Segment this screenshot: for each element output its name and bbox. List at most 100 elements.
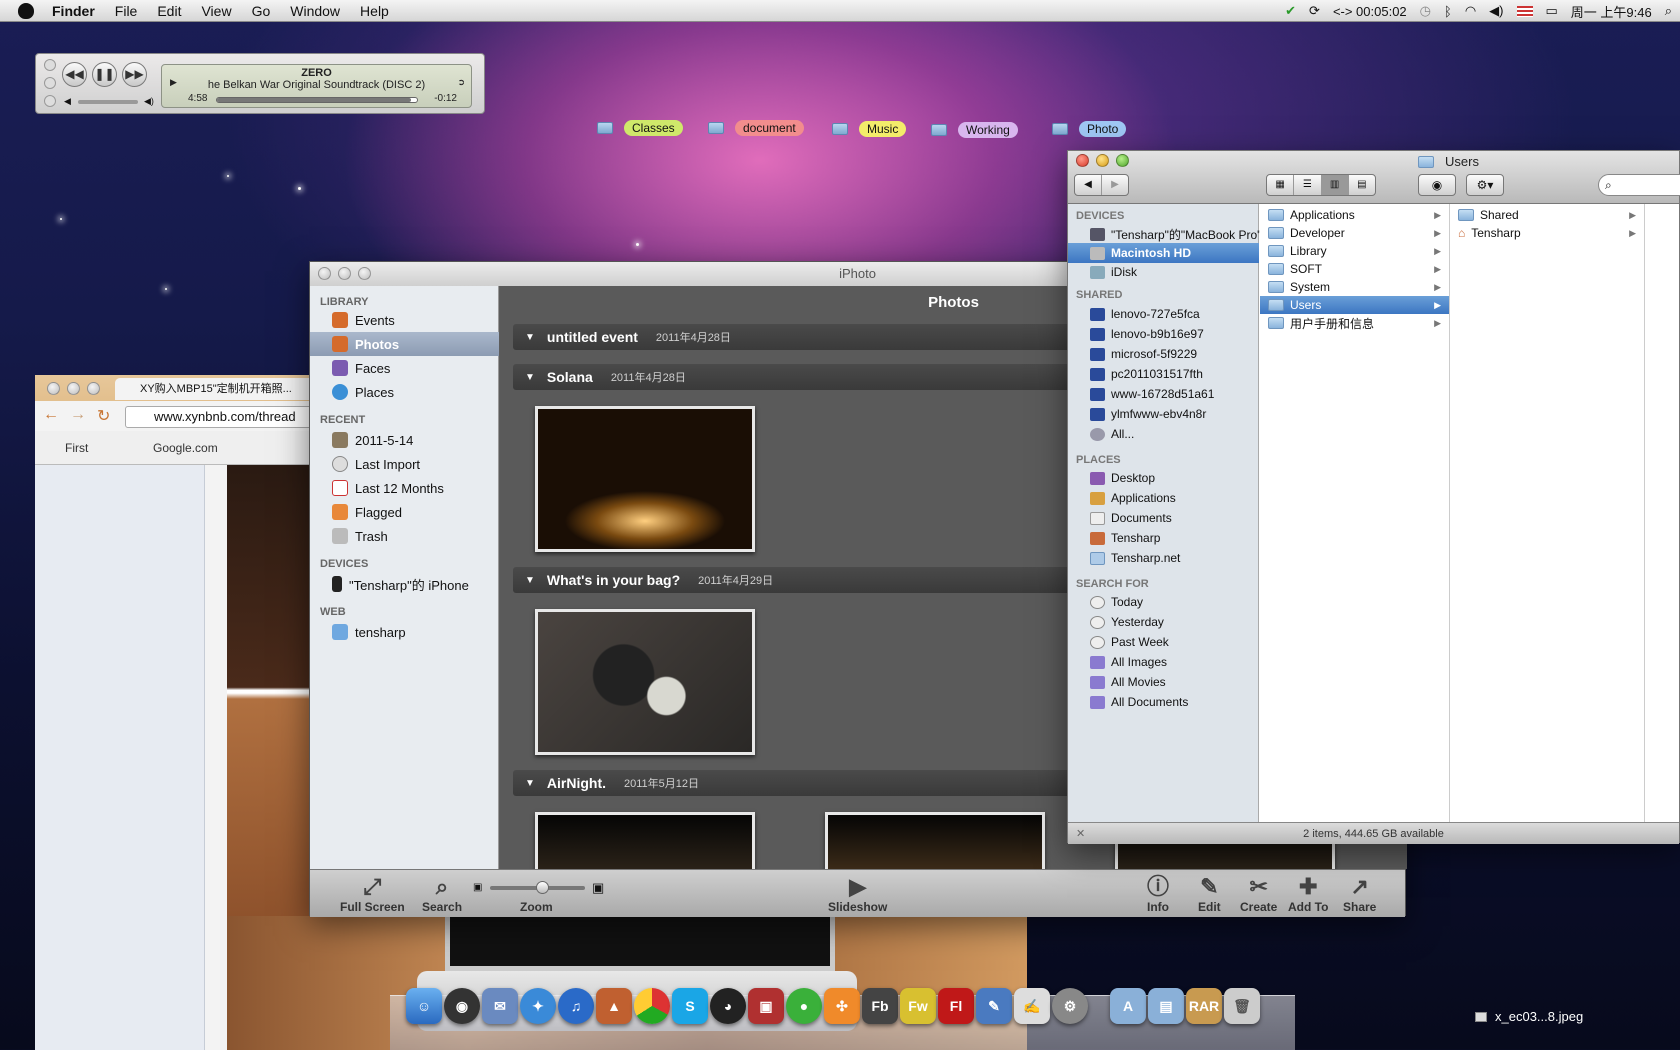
close-button[interactable] bbox=[318, 267, 331, 280]
column-item-tensharp[interactable]: ⌂ Tensharp ▶ bbox=[1450, 224, 1644, 242]
zoom-button[interactable] bbox=[87, 382, 100, 395]
add-to-button[interactable]: ✚ Add To bbox=[1288, 874, 1328, 914]
apple-menu-icon[interactable] bbox=[18, 2, 34, 19]
app-dock-icon[interactable]: ● bbox=[786, 988, 822, 1024]
sidebar-search-today[interactable]: Today bbox=[1068, 592, 1259, 612]
zoom-button[interactable] bbox=[1116, 154, 1129, 167]
system-preferences-dock-icon[interactable]: ⚙ bbox=[1052, 988, 1088, 1024]
iphoto-dock-icon[interactable]: ▲ bbox=[596, 988, 632, 1024]
source-faces[interactable]: Faces bbox=[310, 356, 499, 380]
sidebar-shared-item[interactable]: lenovo-727e5fca bbox=[1068, 304, 1259, 324]
menu-edit[interactable]: Edit bbox=[147, 0, 191, 22]
disclosure-triangle-icon[interactable]: ▼ bbox=[525, 372, 535, 383]
status-check-icon[interactable]: ✔ bbox=[1285, 3, 1296, 19]
edit-button[interactable]: ✎ Edit bbox=[1198, 874, 1221, 914]
column-item-shared[interactable]: Shared ▶ bbox=[1450, 206, 1644, 224]
toggle-path-icon[interactable]: ✕ bbox=[1076, 823, 1085, 845]
sidebar-device-macintosh-hd[interactable]: Macintosh HD bbox=[1068, 243, 1259, 263]
coverflow-view-icon[interactable]: ▤ bbox=[1349, 175, 1375, 195]
source-photos[interactable]: Photos bbox=[310, 332, 499, 356]
sidebar-place-tensharp-net[interactable]: Tensharp.net bbox=[1068, 548, 1259, 568]
column-item-users[interactable]: Users ▶ bbox=[1260, 296, 1449, 314]
close-button[interactable] bbox=[1076, 154, 1089, 167]
volume-icon[interactable]: ◀) bbox=[1489, 3, 1503, 19]
next-track-button[interactable]: ▶▶ bbox=[122, 62, 147, 87]
sidebar-shared-item[interactable]: lenovo-b9b16e97 bbox=[1068, 324, 1259, 344]
search-button[interactable]: ⌕ Search bbox=[422, 874, 462, 914]
sidebar-search-past-week[interactable]: Past Week bbox=[1068, 632, 1259, 652]
sync-icon[interactable]: ⟳ bbox=[1309, 3, 1320, 19]
share-button[interactable]: ↗ Share bbox=[1343, 874, 1376, 914]
sidebar-place-documents[interactable]: Documents bbox=[1068, 508, 1259, 528]
volume-slider[interactable] bbox=[78, 100, 138, 104]
forward-icon[interactable]: → bbox=[70, 406, 86, 424]
trash-dock-icon[interactable]: 🗑 bbox=[1224, 988, 1260, 1024]
list-view-icon[interactable]: ☰ bbox=[1294, 175, 1322, 195]
menu-go[interactable]: Go bbox=[242, 0, 281, 22]
clock-text[interactable]: 周一 上午9:46 bbox=[1571, 2, 1652, 21]
time-machine-icon[interactable]: ◷ bbox=[1420, 3, 1431, 19]
disclosure-triangle-icon[interactable]: ▼ bbox=[525, 332, 535, 343]
quick-look-eye-icon[interactable]: ◉ bbox=[1418, 174, 1456, 196]
app-dock-icon[interactable]: ▣ bbox=[748, 988, 784, 1024]
source-trash[interactable]: Trash bbox=[310, 524, 499, 548]
documents-stack-icon[interactable]: ▤ bbox=[1148, 988, 1184, 1024]
app-dock-icon[interactable]: ✣ bbox=[824, 988, 860, 1024]
menu-file[interactable]: File bbox=[105, 0, 148, 22]
minimize-button[interactable] bbox=[44, 77, 56, 89]
sidebar-search-all-documents[interactable]: All Documents bbox=[1068, 692, 1259, 712]
itunes-dock-icon[interactable]: ♫ bbox=[558, 988, 594, 1024]
desktop-folder-music[interactable]: Music bbox=[832, 121, 907, 137]
play-small-icon[interactable]: ▶ bbox=[170, 77, 177, 88]
column-item-soft[interactable]: SOFT ▶ bbox=[1260, 260, 1449, 278]
source-last-12-months[interactable]: Last 12 Months bbox=[310, 476, 499, 500]
timer-text[interactable]: <-> 00:05:02 bbox=[1333, 4, 1407, 19]
column-item-user-manual[interactable]: 用户手册和信息 ▶ bbox=[1260, 314, 1449, 332]
source-flagged[interactable]: Flagged bbox=[310, 500, 499, 524]
zoom-button[interactable] bbox=[358, 267, 371, 280]
applications-stack-icon[interactable]: A bbox=[1110, 988, 1146, 1024]
photo-thumbnail[interactable] bbox=[535, 812, 755, 869]
column-view-icon[interactable]: ▥ bbox=[1321, 175, 1349, 195]
desktop-folder-classes[interactable]: Classes bbox=[597, 120, 683, 136]
sidebar-search-all-images[interactable]: All Images bbox=[1068, 652, 1259, 672]
qq-dock-icon[interactable]: ◕ bbox=[710, 988, 746, 1024]
snapback-icon[interactable]: ➲ bbox=[457, 77, 465, 88]
zoom-slider[interactable] bbox=[490, 881, 585, 894]
fullscreen-button[interactable]: ⤢ Full Screen bbox=[340, 874, 405, 914]
xcode-dock-icon[interactable]: ✎ bbox=[976, 988, 1012, 1024]
sidebar-device-idisk[interactable]: iDisk bbox=[1068, 262, 1259, 282]
reload-icon[interactable]: ↻ bbox=[97, 406, 110, 426]
desktop-folder-document[interactable]: document bbox=[708, 120, 804, 136]
minimize-button[interactable] bbox=[67, 382, 80, 395]
menu-app[interactable]: Finder bbox=[42, 0, 105, 22]
desktop-folder-photo[interactable]: Photo bbox=[1052, 121, 1127, 137]
slideshow-button[interactable]: ▶ Slideshow bbox=[828, 874, 887, 914]
source-iphone[interactable]: "Tensharp"的 iPhone bbox=[310, 572, 499, 596]
chrome-dock-icon[interactable] bbox=[634, 988, 670, 1024]
bookmark-first[interactable]: First bbox=[65, 441, 88, 455]
sidebar-search-yesterday[interactable]: Yesterday bbox=[1068, 612, 1259, 632]
photo-thumbnail[interactable] bbox=[825, 812, 1045, 869]
pause-button[interactable]: ❚❚ bbox=[92, 62, 117, 87]
sidebar-device-macbook[interactable]: "Tensharp"的"MacBook Pro" bbox=[1068, 224, 1261, 244]
menu-window[interactable]: Window bbox=[280, 0, 350, 22]
desktop-folder-working[interactable]: Working bbox=[931, 122, 1018, 138]
sidebar-shared-item[interactable]: microsof-5f9229 bbox=[1068, 344, 1259, 364]
finder-dock-icon[interactable]: ☺ bbox=[406, 988, 442, 1024]
textedit-dock-icon[interactable]: ✍ bbox=[1014, 988, 1050, 1024]
previous-track-button[interactable]: ◀◀ bbox=[62, 62, 87, 87]
close-button[interactable] bbox=[47, 382, 60, 395]
column-item-applications[interactable]: Applications ▶ bbox=[1260, 206, 1449, 224]
column-item-library[interactable]: Library ▶ bbox=[1260, 242, 1449, 260]
minimize-button[interactable] bbox=[1096, 154, 1109, 167]
url-field[interactable]: www.xynbnb.com/thread bbox=[125, 406, 315, 428]
sidebar-shared-all[interactable]: All... bbox=[1068, 424, 1259, 444]
disclosure-triangle-icon[interactable]: ▼ bbox=[525, 778, 535, 789]
info-button[interactable]: ⓘ Info bbox=[1147, 874, 1169, 914]
sidebar-search-all-movies[interactable]: All Movies bbox=[1068, 672, 1259, 692]
sidebar-place-tensharp[interactable]: Tensharp bbox=[1068, 528, 1259, 548]
source-places[interactable]: Places bbox=[310, 380, 499, 404]
search-field[interactable]: ⌕ bbox=[1598, 174, 1680, 196]
column-item-system[interactable]: System ▶ bbox=[1260, 278, 1449, 296]
